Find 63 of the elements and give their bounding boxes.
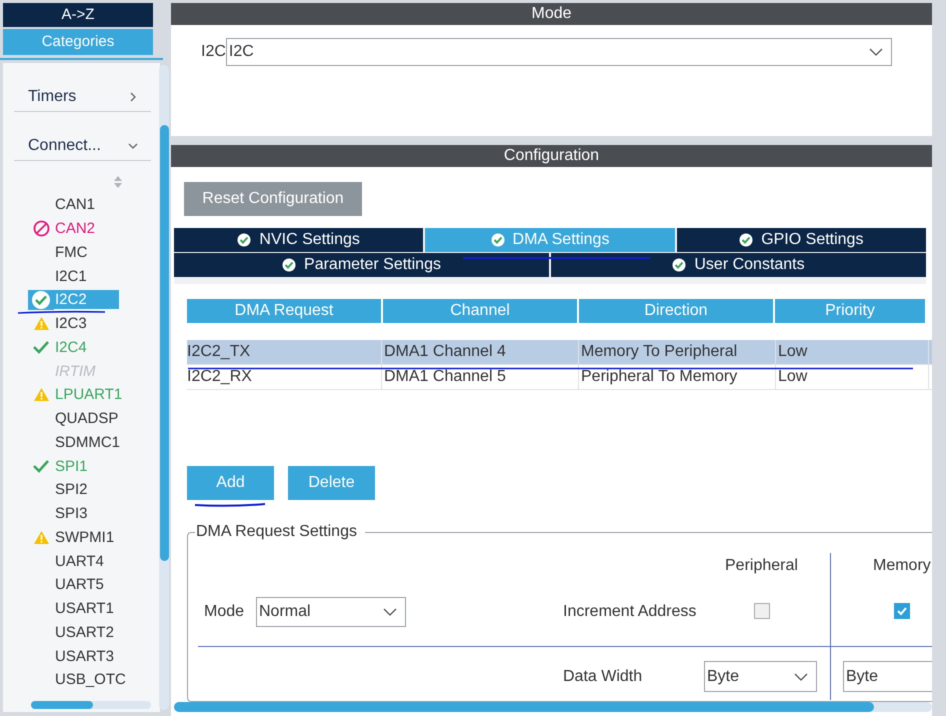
table-cell: DMA1 Channel 5: [384, 365, 579, 389]
checkmark-icon: [896, 605, 908, 617]
peripheral-item[interactable]: CAN2: [54, 219, 100, 238]
check-icon: [739, 233, 754, 247]
column-header: Direction: [579, 299, 773, 323]
vertical-scrollbar[interactable]: [159, 65, 169, 710]
category-header[interactable]: Timers: [14, 83, 151, 112]
peripheral-item[interactable]: SDMMC1: [54, 432, 124, 452]
peripheral-item[interactable]: USART2: [54, 622, 118, 642]
peripheral-item[interactable]: USART1: [54, 599, 118, 618]
mode-dropdown[interactable]: Normal: [256, 597, 406, 627]
table-row[interactable]: I2C2_TX DMA1 Channel 4 Memory To Peripheral Low: [187, 340, 932, 365]
table-cell: I2C2_TX: [187, 340, 382, 364]
check-icon: [490, 233, 505, 247]
peripheral-item[interactable]: CAN1: [54, 195, 100, 214]
data-width-dropdown[interactable]: Byte: [843, 661, 932, 692]
column-header: DMA Request: [187, 299, 381, 323]
sort-icon[interactable]: [112, 175, 122, 189]
settings-tab[interactable]: Parameter Settings: [174, 253, 549, 277]
sort-tab[interactable]: A->Z: [3, 3, 153, 27]
settings-tab[interactable]: NVIC Settings: [174, 228, 424, 252]
mode-dropdown[interactable]: I2C: [226, 38, 892, 66]
check-icon: [282, 258, 296, 272]
horizontal-scrollbar[interactable]: [174, 702, 932, 712]
column-header: Peripheral: [725, 557, 798, 575]
column-header: Priority: [775, 299, 925, 323]
category-header[interactable]: Connect...: [14, 132, 151, 161]
field-label: Mode: [204, 603, 244, 621]
peripheral-item[interactable]: SPI3: [54, 504, 92, 524]
table-cell: Memory To Peripheral: [581, 340, 776, 364]
peripheral-item[interactable]: USART3: [54, 646, 118, 666]
field-label: Increment Address: [563, 603, 696, 621]
peripheral-item[interactable]: SWPMI1: [54, 528, 118, 547]
pen-stroke: [194, 503, 266, 507]
group-title: DMA Request Settings: [195, 523, 365, 541]
peripheral-item[interactable]: QUADSP: [54, 409, 122, 428]
table-cell: Low: [778, 340, 929, 364]
peripheral-item[interactable]: SPI2: [54, 480, 92, 500]
settings-tab[interactable]: GPIO Settings: [676, 228, 926, 252]
checkbox[interactable]: [894, 603, 910, 619]
peripheral-item[interactable]: UART4: [54, 552, 108, 571]
field-label: I2C: [201, 42, 226, 62]
table-cell: Low: [778, 365, 929, 389]
peripheral-item[interactable]: I2C3: [54, 314, 91, 334]
table-cell: I2C2_RX: [187, 365, 382, 389]
peripheral-item[interactable]: I2C1: [54, 266, 91, 286]
peripheral-item[interactable]: UART5: [54, 575, 108, 594]
check-icon: [237, 233, 252, 247]
table-row[interactable]: I2C2_RX DMA1 Channel 5 Peripheral To Memory Low: [187, 365, 932, 390]
horizontal-scrollbar[interactable]: [31, 701, 151, 709]
table-cell: Peripheral To Memory: [581, 365, 776, 389]
peripheral-item[interactable]: USB_OTC: [54, 670, 130, 690]
panel-header: Mode: [171, 3, 932, 25]
check-icon: [672, 258, 686, 272]
column-header: Memory: [873, 557, 931, 575]
checkbox[interactable]: [754, 603, 770, 619]
table-cell: DMA1 Channel 4: [384, 340, 579, 364]
panel-header: Configuration: [171, 145, 932, 167]
field-label: Data Width: [563, 668, 642, 686]
settings-tab[interactable]: User Constants: [551, 253, 926, 277]
column-header: Channel: [383, 299, 577, 323]
data-width-dropdown[interactable]: Byte: [704, 661, 817, 692]
peripheral-item[interactable]: FMC: [54, 242, 92, 262]
